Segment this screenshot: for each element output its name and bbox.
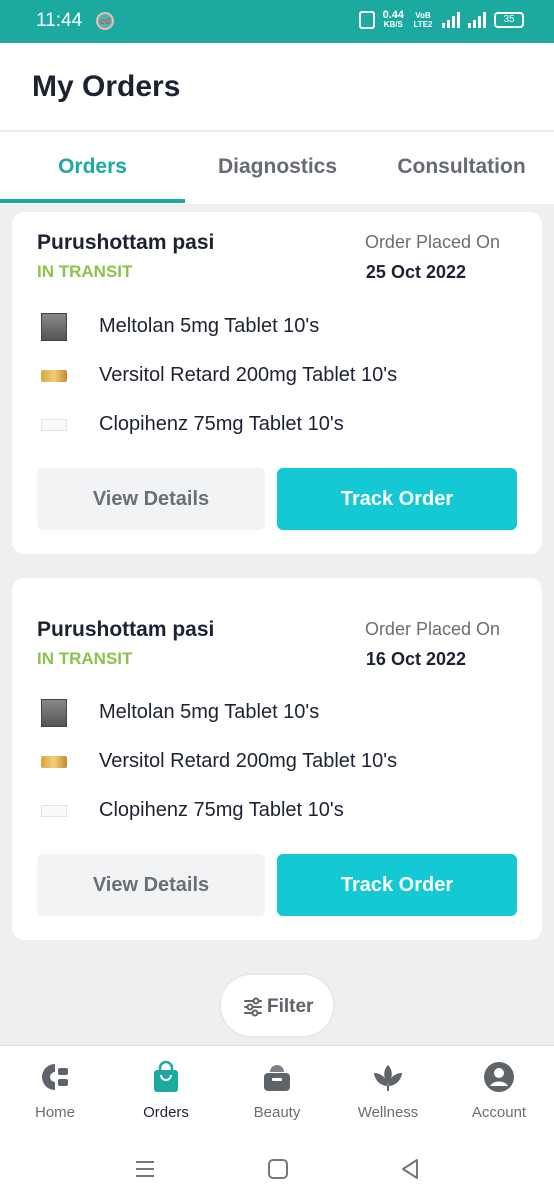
- item-name: Meltolan 5mg Tablet 10's: [99, 315, 320, 337]
- item-name: Meltolan 5mg Tablet 10's: [99, 701, 320, 723]
- nav-label: Wellness: [357, 1104, 419, 1121]
- customer-name: Purushottam pasi: [37, 231, 215, 254]
- signal-icon-2: [468, 12, 486, 28]
- card-actions: View Details Track Order: [12, 854, 542, 916]
- box-thumb: [41, 370, 67, 382]
- tab-diagnostics[interactable]: Diagnostics: [185, 132, 370, 204]
- app-bar: My Orders: [0, 43, 554, 131]
- item-name: Clopihenz 75mg Tablet 10's: [99, 413, 344, 435]
- strip-thumb: [41, 699, 67, 727]
- status-bar: 11:44 cd 0.44 KB/S VoB LTE2 35: [0, 0, 554, 43]
- strip-thumb: [41, 313, 67, 341]
- nav-label: Home: [34, 1104, 75, 1121]
- page-title: My Orders: [32, 70, 181, 103]
- beauty-icon: [264, 1065, 290, 1091]
- tab-bar: Orders Diagnostics Consultation: [0, 132, 554, 204]
- order-card: Purushottam pasi IN TRANSIT Order Placed…: [12, 212, 542, 554]
- order-placed-label: Order Placed On: [364, 619, 500, 639]
- nav-label: Beauty: [253, 1104, 301, 1121]
- view-details-button[interactable]: View Details: [37, 468, 265, 530]
- home-icon: [42, 1064, 68, 1090]
- order-item: Meltolan 5mg Tablet 10's: [37, 695, 517, 731]
- order-item: Versitol Retard 200mg Tablet 10's: [37, 744, 517, 780]
- tab-consultation[interactable]: Consultation: [369, 132, 554, 204]
- system-nav-bar: [0, 1139, 554, 1200]
- order-item: Meltolan 5mg Tablet 10's: [37, 309, 517, 345]
- network-speed: 0.44 KB/S: [383, 10, 404, 30]
- active-tab-indicator: [0, 199, 185, 203]
- nav-home[interactable]: Home: [0, 1046, 110, 1140]
- nav-account[interactable]: Account: [444, 1046, 554, 1140]
- view-details-button[interactable]: View Details: [37, 854, 265, 916]
- order-item: Clopihenz 75mg Tablet 10's: [37, 793, 517, 829]
- nav-label: Account: [471, 1104, 527, 1121]
- nav-beauty[interactable]: Beauty: [222, 1046, 332, 1140]
- item-name: Clopihenz 75mg Tablet 10's: [99, 799, 344, 821]
- lotus-icon: [374, 1065, 402, 1091]
- tab-orders[interactable]: Orders: [0, 132, 185, 204]
- nav-label: Orders: [143, 1104, 189, 1121]
- order-placed-date: 16 Oct 2022: [365, 649, 466, 669]
- filter-label: Filter: [267, 996, 314, 1017]
- home-square-icon[interactable]: [266, 1157, 290, 1181]
- order-placed-date: 25 Oct 2022: [365, 262, 466, 282]
- bottom-nav: Home Orders Beauty Wellness Account: [0, 1045, 554, 1139]
- nav-orders[interactable]: Orders: [111, 1046, 221, 1140]
- sliders-icon: [244, 997, 262, 1017]
- filter-button[interactable]: Filter: [219, 973, 335, 1038]
- status-icons: 0.44 KB/S VoB LTE2 35: [358, 10, 524, 30]
- order-placed-label: Order Placed On: [364, 232, 500, 252]
- order-status: IN TRANSIT: [37, 262, 133, 281]
- white-box-thumb: [41, 805, 67, 817]
- vibrate-icon: [358, 11, 375, 29]
- signal-icon: [442, 12, 460, 28]
- order-status: IN TRANSIT: [37, 649, 133, 668]
- order-card: Purushottam pasi IN TRANSIT Order Placed…: [12, 578, 542, 940]
- menu-icon[interactable]: [133, 1157, 157, 1181]
- order-item: Clopihenz 75mg Tablet 10's: [37, 407, 517, 443]
- volte-indicator: VoB LTE2: [413, 11, 433, 29]
- item-name: Versitol Retard 200mg Tablet 10's: [99, 364, 398, 386]
- back-icon[interactable]: [398, 1157, 422, 1181]
- track-order-button[interactable]: Track Order: [277, 854, 517, 916]
- track-order-button[interactable]: Track Order: [277, 468, 517, 530]
- account-icon: [484, 1062, 514, 1092]
- status-time: 11:44: [36, 10, 83, 31]
- item-name: Versitol Retard 200mg Tablet 10's: [99, 750, 398, 772]
- shopping-bag-icon: [154, 1060, 178, 1092]
- battery-icon: 35: [494, 12, 524, 28]
- notification-icon: cd: [96, 12, 114, 30]
- order-item: Versitol Retard 200mg Tablet 10's: [37, 358, 517, 394]
- box-thumb: [41, 756, 67, 768]
- card-actions: View Details Track Order: [12, 468, 542, 530]
- white-box-thumb: [41, 419, 67, 431]
- nav-wellness[interactable]: Wellness: [333, 1046, 443, 1140]
- customer-name: Purushottam pasi: [37, 618, 215, 641]
- speed-unit: KB/S: [383, 20, 403, 29]
